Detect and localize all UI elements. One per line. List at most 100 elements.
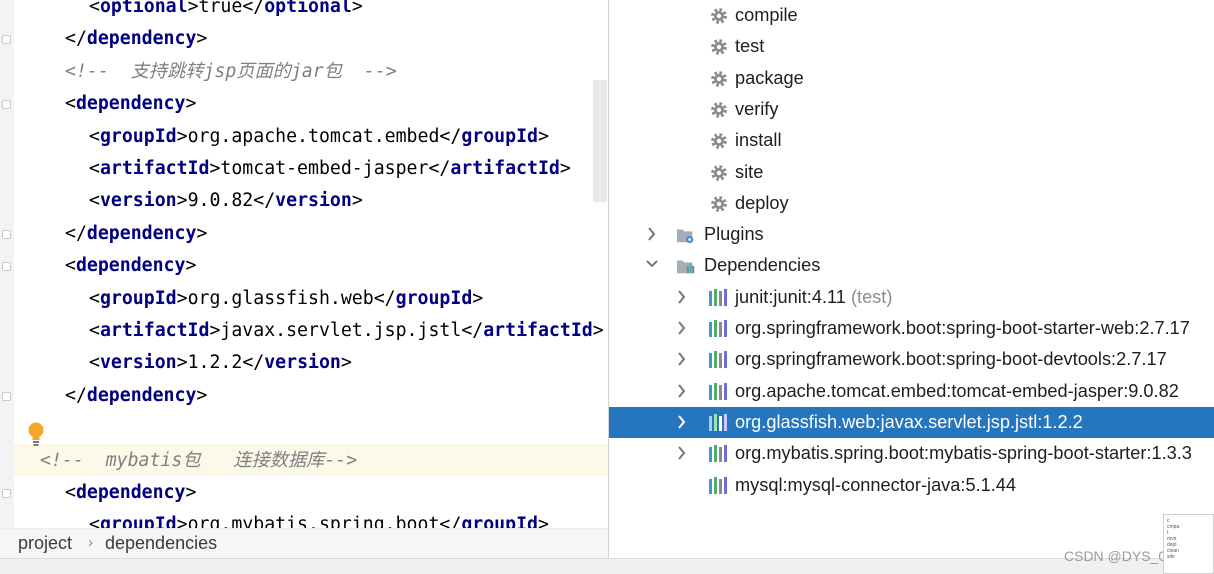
xml-bracket: > <box>559 158 571 179</box>
fold-open-icon[interactable] <box>2 100 11 110</box>
xml-text-value: javax.servlet.jsp.jstl <box>220 320 462 341</box>
code-line: <!-- 支持跳转jsp页面的jar包 --> <box>65 56 397 88</box>
library-icon <box>709 288 727 306</box>
lifecycle-item-test[interactable]: test <box>609 31 1214 62</box>
xml-bracket: > <box>351 0 363 17</box>
tree-node-dependencies[interactable]: Dependencies <box>609 250 1214 281</box>
editor-scrollbar-thumb[interactable] <box>593 80 607 202</box>
chevron-down-icon[interactable] <box>645 250 659 281</box>
dependency-label: org.springframework.boot:spring-boot-dev… <box>735 344 1167 375</box>
xml-tag-name: version <box>275 190 352 212</box>
dependency-item[interactable]: org.mybatis.spring.boot:mybatis-spring-b… <box>609 438 1214 469</box>
code-line: <dependency> <box>65 250 196 282</box>
dependency-item[interactable]: org.springframework.boot:spring-boot-sta… <box>609 313 1214 344</box>
xml-bracket: </ <box>242 0 265 17</box>
code-line: </dependency> <box>65 23 207 55</box>
fold-close-icon[interactable] <box>2 391 11 401</box>
xml-comment: <!-- mybatis包 连接数据库--> <box>40 449 358 471</box>
fold-open-icon[interactable] <box>2 489 11 498</box>
tree-node-plugins[interactable]: Plugins <box>609 219 1214 250</box>
xml-bracket: < <box>89 125 100 147</box>
dependency-item[interactable]: mysql:mysql-connector-java:5.1.44 <box>609 470 1214 501</box>
xml-bracket: > <box>537 125 549 147</box>
library-icon <box>709 382 727 400</box>
lifecycle-label: install <box>735 130 782 151</box>
code-line: <dependency> <box>65 88 196 120</box>
xml-bracket: > <box>537 514 549 528</box>
breadcrumb-item-project[interactable]: project <box>18 529 72 559</box>
code-line: <dependency> <box>65 477 196 509</box>
chevron-right-icon[interactable] <box>675 376 689 407</box>
code-line: <optional>true</optional> <box>89 0 363 23</box>
xml-text-value: 9.0.82 <box>187 190 254 212</box>
thumbnail-preview: c cmpa t mvn depl clean site <box>1163 514 1214 574</box>
xml-tag-name: groupId <box>99 125 177 147</box>
xml-tag-name: groupId <box>461 514 538 528</box>
dependency-coordinates: org.mybatis.spring.boot:mybatis-spring-b… <box>735 443 1192 464</box>
fold-close-icon[interactable] <box>2 229 11 239</box>
xml-bracket: > <box>472 287 484 309</box>
chevron-right-icon[interactable] <box>675 438 689 469</box>
dependency-label: org.glassfish.web:javax.servlet.jsp.jstl… <box>735 407 1083 438</box>
chevron-right-icon[interactable] <box>645 219 659 250</box>
gear-icon <box>711 195 727 212</box>
xml-tag-name: artifactId <box>99 158 210 179</box>
xml-tag-name: dependency <box>86 222 197 244</box>
lifecycle-item-verify[interactable]: verify <box>609 94 1214 125</box>
dependency-coordinates: org.springframework.boot:spring-boot-dev… <box>735 349 1167 370</box>
maven-tree[interactable]: compile test package verify install site deplo… <box>609 0 1214 574</box>
code-editor[interactable]: <optional>true</optional> </dependency> <!… <box>0 0 608 528</box>
chevron-right-icon[interactable] <box>675 407 689 438</box>
xml-tag-name: artifactId <box>450 158 560 179</box>
xml-bracket: </ <box>439 125 462 147</box>
dependency-coordinates: org.glassfish.web:javax.servlet.jsp.jstl… <box>735 411 1083 432</box>
editor-gutter <box>0 0 14 528</box>
xml-tag-name: dependency <box>86 28 197 50</box>
thumbnail-line: site <box>1167 554 1175 560</box>
intention-bulb-icon[interactable] <box>27 421 45 447</box>
xml-bracket: < <box>89 352 100 374</box>
lifecycle-item-deploy[interactable]: deploy <box>609 188 1214 219</box>
xml-bracket: > <box>185 255 197 277</box>
lifecycle-label: compile <box>735 5 798 25</box>
xml-tag-name: artifactId <box>99 320 210 341</box>
xml-bracket: > <box>176 352 188 374</box>
chevron-right-icon[interactable] <box>675 344 689 375</box>
xml-bracket: > <box>209 158 221 179</box>
xml-bracket: > <box>176 514 188 528</box>
xml-tag-name: optional <box>99 0 188 17</box>
xml-bracket: > <box>209 320 221 341</box>
chevron-right-icon[interactable] <box>675 313 689 344</box>
lifecycle-item-site[interactable]: site <box>609 157 1214 188</box>
xml-bracket: </ <box>373 287 396 309</box>
xml-bracket: < <box>89 514 100 528</box>
lifecycle-item-install[interactable]: install <box>609 125 1214 156</box>
xml-tag-name: artifactId <box>483 320 593 341</box>
dependency-item[interactable]: org.springframework.boot:spring-boot-dev… <box>609 344 1214 375</box>
lifecycle-item-compile[interactable]: compile <box>609 0 1214 31</box>
dependency-coordinates: org.springframework.boot:spring-boot-sta… <box>735 318 1190 338</box>
dependency-item[interactable]: org.glassfish.web:javax.servlet.jsp.jstl… <box>609 406 1214 438</box>
lifecycle-item-package[interactable]: package <box>609 63 1214 94</box>
fold-close-icon[interactable] <box>2 35 11 45</box>
dependency-item[interactable]: junit:junit:4.11 (test) <box>609 282 1214 313</box>
breadcrumb: project › dependencies <box>0 528 608 558</box>
gear-icon <box>711 133 727 150</box>
code-line: </dependency> <box>65 380 207 412</box>
chevron-right-icon[interactable] <box>675 282 689 313</box>
gear-icon <box>711 8 727 24</box>
folder-plugins-icon <box>676 229 694 244</box>
fold-open-icon[interactable] <box>2 262 11 272</box>
plugins-label: Plugins <box>704 224 764 245</box>
breadcrumb-item-dependencies[interactable]: dependencies <box>105 529 217 559</box>
library-icon <box>709 413 727 431</box>
xml-bracket: > <box>187 0 199 17</box>
xml-bracket: > <box>592 320 604 341</box>
xml-bracket: </ <box>428 158 451 179</box>
xml-bracket: </ <box>439 514 462 528</box>
xml-bracket: </ <box>253 190 276 212</box>
library-icon <box>709 320 727 337</box>
xml-bracket: < <box>65 255 76 277</box>
dependency-item[interactable]: org.apache.tomcat.embed:tomcat-embed-jas… <box>609 376 1214 407</box>
xml-bracket: > <box>185 93 197 115</box>
